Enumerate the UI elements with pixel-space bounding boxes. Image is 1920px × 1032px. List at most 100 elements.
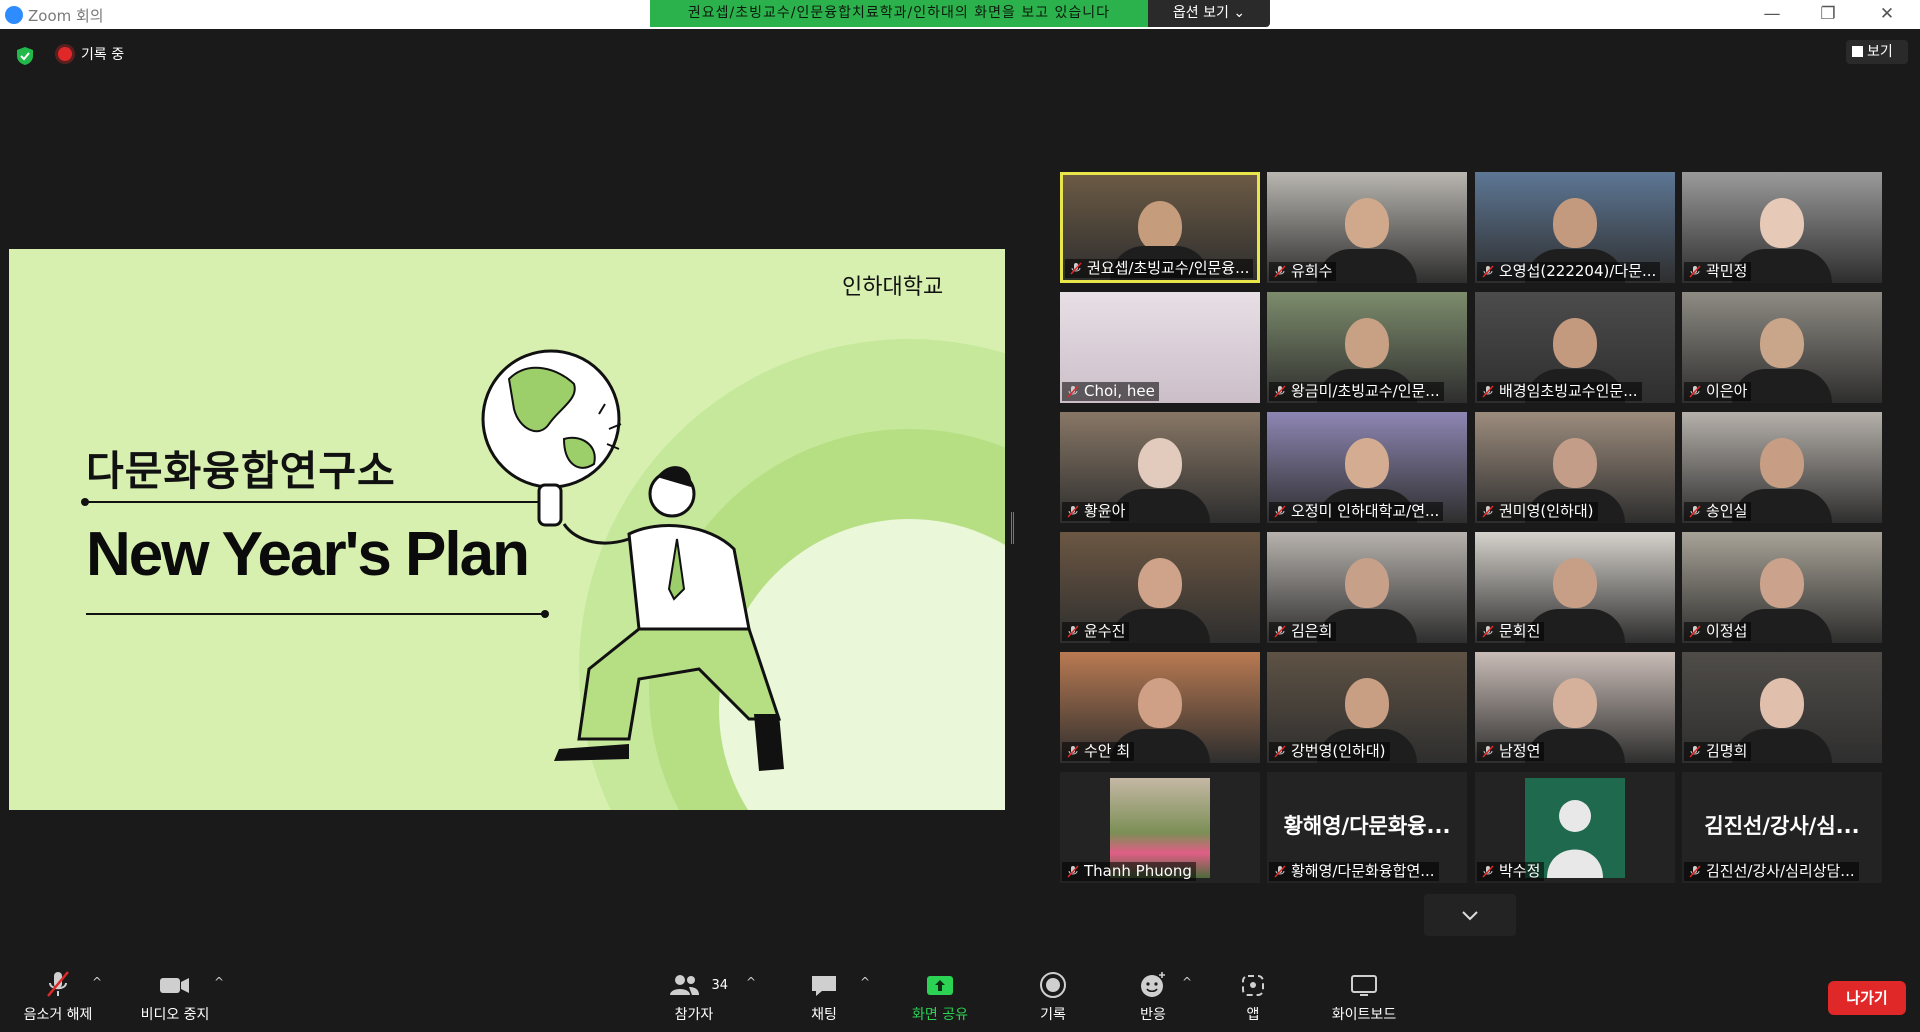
participant-tile[interactable]: 김진선/강사/심... 김진선/강사/심리상담... [1682, 772, 1882, 883]
participant-tile[interactable]: 오정미 인하대학교/연... [1267, 412, 1467, 523]
participant-tile[interactable]: 박수정 [1475, 772, 1675, 883]
apps-button[interactable]: 앱 [1234, 970, 1272, 1024]
participant-video-face [1138, 201, 1182, 251]
participant-video-face [1553, 438, 1597, 488]
share-screen-label: 화면 공유 [912, 1007, 968, 1023]
mic-muted-icon [1689, 745, 1701, 758]
participant-name-text: 남정연 [1499, 742, 1541, 760]
participant-tile[interactable]: 김은희 [1267, 532, 1467, 643]
participant-tile[interactable]: 김명희 [1682, 652, 1882, 763]
apps-icon [1242, 975, 1264, 996]
gallery-next-page-button[interactable] [1424, 894, 1516, 936]
leave-meeting-button[interactable]: 나가기 [1828, 981, 1906, 1015]
participant-name-text: 오영섭(222204)/다문... [1499, 262, 1657, 280]
participant-video-face [1553, 678, 1597, 728]
reactions-button[interactable]: 반응 [1134, 970, 1172, 1024]
participant-tile[interactable]: 배경임초빙교수인문... [1475, 292, 1675, 403]
app-title: Zoom 회의 [28, 7, 104, 25]
participant-tile[interactable]: 곽민정 [1682, 172, 1882, 283]
participant-tile[interactable]: 강번영(인하대) [1267, 652, 1467, 763]
participant-name-text: 김명희 [1706, 742, 1748, 760]
chat-options-caret-icon[interactable]: ^ [860, 975, 870, 989]
participant-tile[interactable]: 남정연 [1475, 652, 1675, 763]
participant-name: 송인실 [1684, 502, 1752, 521]
share-screen-button[interactable]: 화면 공유 [905, 970, 975, 1024]
participant-tile[interactable]: 유희수 [1267, 172, 1467, 283]
participant-tile[interactable]: 권미영(인하대) [1475, 412, 1675, 523]
participant-tile[interactable]: 송인실 [1682, 412, 1882, 523]
participant-tile[interactable]: 권요셉/초빙교수/인문융... [1060, 172, 1260, 283]
slide-heading: 다문화융합연구소 [86, 447, 396, 495]
mic-muted-icon [1482, 505, 1494, 518]
chat-button[interactable]: 채팅 [800, 970, 848, 1024]
participant-tile[interactable]: 문회진 [1475, 532, 1675, 643]
participant-tile[interactable]: Choi, hee [1060, 292, 1260, 403]
participants-icon [669, 975, 699, 995]
panel-resize-handle[interactable] [1011, 512, 1014, 544]
zoom-logo-icon [5, 6, 23, 24]
view-label: 보기 [1867, 44, 1893, 60]
participant-name: 박수정 [1477, 862, 1545, 881]
participant-name-text: 오정미 인하대학교/연... [1291, 502, 1440, 520]
participant-tile[interactable]: 황윤아 [1060, 412, 1260, 523]
participant-tile[interactable]: 수안 최 [1060, 652, 1260, 763]
participant-video-face [1760, 198, 1804, 248]
recording-label: 기록 중 [81, 47, 125, 63]
view-button[interactable]: 보기 [1846, 40, 1908, 64]
participants-options-caret-icon[interactable]: ^ [746, 975, 756, 989]
whiteboard-button[interactable]: 화이트보드 [1326, 970, 1402, 1024]
mic-muted-icon [1067, 865, 1079, 878]
mic-muted-icon [1482, 745, 1494, 758]
mic-muted-icon [1689, 385, 1701, 398]
participant-video-face [1138, 438, 1182, 488]
mic-muted-icon [1067, 505, 1079, 518]
participant-name-text: 이정섭 [1706, 622, 1748, 640]
participant-tile[interactable]: 왕금미/초빙교수/인문... [1267, 292, 1467, 403]
participant-name: 문회진 [1477, 622, 1545, 641]
participant-name-text: 황해영/다문화융합연... [1291, 862, 1435, 880]
participant-name: 김진선/강사/심리상담... [1684, 862, 1859, 881]
participant-tile[interactable]: Thanh Phuong [1060, 772, 1260, 883]
participant-name: Thanh Phuong [1062, 862, 1196, 881]
globe-man-illustration [481, 339, 1005, 810]
share-screen-icon [927, 976, 953, 995]
participant-tile[interactable]: 오영섭(222204)/다문... [1475, 172, 1675, 283]
mic-muted-icon [1070, 262, 1082, 275]
participant-tile[interactable]: 이은아 [1682, 292, 1882, 403]
participant-name-text: 곽민정 [1706, 262, 1748, 280]
audio-options-caret-icon[interactable]: ^ [92, 975, 102, 989]
restore-icon[interactable]: ❐ [1813, 4, 1843, 24]
participant-name: 권미영(인하대) [1477, 502, 1598, 521]
participant-tile[interactable]: 이정섭 [1682, 532, 1882, 643]
reactions-options-caret-icon[interactable]: ^ [1182, 975, 1192, 989]
whiteboard-icon [1351, 975, 1377, 996]
participant-name-text: 수안 최 [1084, 742, 1131, 760]
close-icon[interactable]: ✕ [1872, 4, 1902, 24]
participant-name: 황해영/다문화융합연... [1269, 862, 1439, 881]
participants-count: 34 [711, 977, 728, 993]
participant-tile[interactable]: 윤수진 [1060, 532, 1260, 643]
participant-name-text: 김진선/강사/심리상담... [1706, 862, 1855, 880]
mic-muted-icon [1689, 865, 1701, 878]
stop-video-button[interactable]: 비디오 중지 [132, 970, 218, 1024]
mic-muted-icon [1689, 625, 1701, 638]
participant-name: 강번영(인하대) [1269, 742, 1390, 761]
participant-video-face [1553, 558, 1597, 608]
participant-name-text: 권미영(인하대) [1499, 502, 1594, 520]
mic-muted-icon [1689, 505, 1701, 518]
participant-video-face [1760, 318, 1804, 368]
mic-muted-icon [1482, 385, 1494, 398]
participants-button[interactable]: 34 참가자 [660, 970, 728, 1024]
video-options-caret-icon[interactable]: ^ [214, 975, 224, 989]
security-shield-icon[interactable] [14, 45, 36, 67]
apps-label: 앱 [1246, 1007, 1260, 1023]
participant-name: 곽민정 [1684, 262, 1752, 281]
participants-label: 참가자 [674, 1007, 714, 1023]
record-button[interactable]: 기록 [1034, 970, 1072, 1024]
unmute-button[interactable]: 음소거 해제 [14, 970, 102, 1024]
participant-tile[interactable]: 황해영/다문화융... 황해영/다문화융합연... [1267, 772, 1467, 883]
view-options-button[interactable]: 옵션 보기 ⌄ [1148, 0, 1270, 27]
participant-video-face [1760, 678, 1804, 728]
participant-name: 유희수 [1269, 262, 1337, 281]
minimize-icon[interactable]: — [1757, 4, 1787, 24]
